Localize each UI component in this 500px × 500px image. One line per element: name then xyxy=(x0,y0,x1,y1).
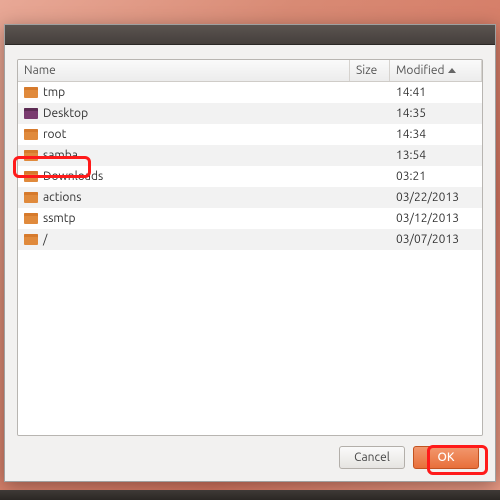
column-header-size[interactable]: Size xyxy=(350,60,390,81)
file-row-name: ssmtp xyxy=(18,212,350,225)
column-headers: Name Size Modified xyxy=(18,60,482,82)
file-row-name: tmp xyxy=(18,86,350,99)
column-header-modified[interactable]: Modified xyxy=(390,60,482,81)
ok-button[interactable]: OK xyxy=(413,446,479,469)
file-row[interactable]: samba 13:54 xyxy=(18,145,482,166)
desktop-panel xyxy=(0,490,500,500)
file-row-label: root xyxy=(43,128,66,141)
file-row-modified: 13:54 xyxy=(390,149,482,162)
file-row[interactable]: / 03/07/2013 xyxy=(18,229,482,250)
file-row[interactable]: root 14:34 xyxy=(18,124,482,145)
file-row-modified: 14:34 xyxy=(390,128,482,141)
file-row-name: / xyxy=(18,233,350,246)
file-rows: tmp 14:41 Desktop 14:35 root 14:34 samba 13:54 D… xyxy=(18,82,482,435)
folder-icon xyxy=(24,213,38,224)
file-row-name: root xyxy=(18,128,350,141)
file-row-modified: 03/22/2013 xyxy=(390,191,482,204)
folder-icon xyxy=(24,234,38,245)
folder-icon xyxy=(24,192,38,203)
file-row-modified: 03/07/2013 xyxy=(390,233,482,246)
folder-icon xyxy=(24,150,38,161)
file-row[interactable]: ssmtp 03/12/2013 xyxy=(18,208,482,229)
column-header-name[interactable]: Name xyxy=(18,60,350,81)
file-row-label: Downloads xyxy=(43,170,103,183)
file-row-label: tmp xyxy=(43,86,65,99)
file-row-label: actions xyxy=(43,191,81,204)
file-list: Name Size Modified tmp 14:41 Desktop 14:35 r… xyxy=(17,59,483,436)
dialog-content: Name Size Modified tmp 14:41 Desktop 14:35 r… xyxy=(5,45,495,481)
file-row-modified: 03/12/2013 xyxy=(390,212,482,225)
column-header-modified-label: Modified xyxy=(396,64,445,77)
file-row[interactable]: Downloads 03:21 xyxy=(18,166,482,187)
file-row-name: actions xyxy=(18,191,350,204)
file-row-label: samba xyxy=(43,149,78,162)
folder-icon xyxy=(24,129,38,140)
dialog-footer: Cancel OK xyxy=(17,436,483,471)
file-row-label: ssmtp xyxy=(43,212,76,225)
file-row-label: / xyxy=(43,233,47,246)
file-row-modified: 14:35 xyxy=(390,107,482,120)
desktop-folder-icon xyxy=(24,108,38,119)
file-row[interactable]: actions 03/22/2013 xyxy=(18,187,482,208)
cancel-button[interactable]: Cancel xyxy=(339,446,405,469)
file-row[interactable]: Desktop 14:35 xyxy=(18,103,482,124)
folder-icon xyxy=(24,171,38,182)
file-row-label: Desktop xyxy=(43,107,88,120)
file-row-modified: 03:21 xyxy=(390,170,482,183)
dialog-titlebar[interactable] xyxy=(5,25,495,45)
file-chooser-dialog: Name Size Modified tmp 14:41 Desktop 14:35 r… xyxy=(4,24,496,482)
file-row-name: samba xyxy=(18,149,350,162)
folder-icon xyxy=(24,87,38,98)
file-row-modified: 14:41 xyxy=(390,86,482,99)
sort-ascending-icon xyxy=(448,68,456,73)
file-row[interactable]: tmp 14:41 xyxy=(18,82,482,103)
file-row-name: Downloads xyxy=(18,170,350,183)
file-row-name: Desktop xyxy=(18,107,350,120)
